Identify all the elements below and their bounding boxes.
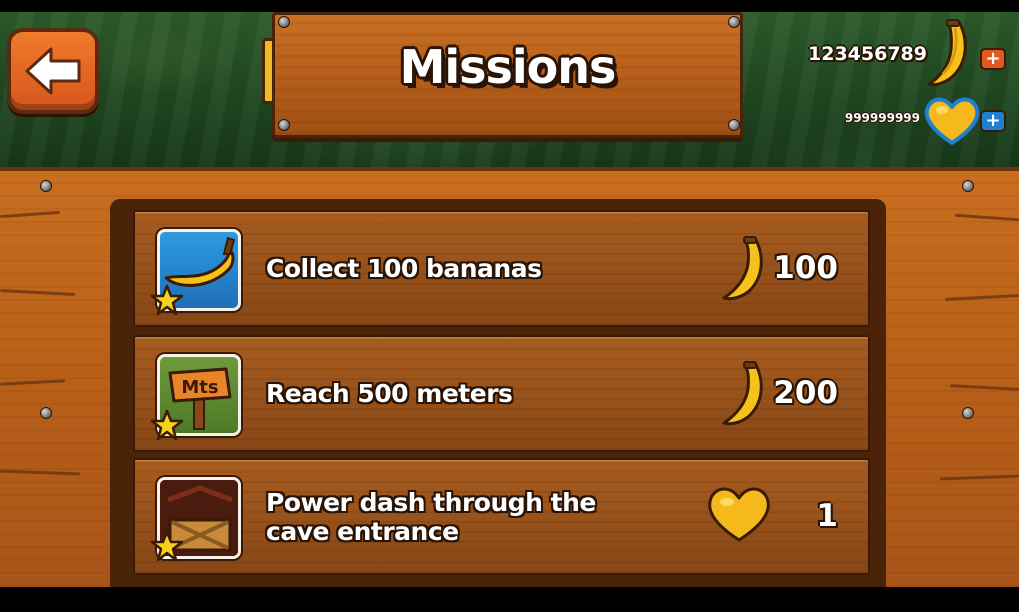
nail-icon [40,407,52,419]
back-arrow-icon [25,47,81,95]
page-title: Missions [399,40,617,94]
wood-crack [0,469,81,476]
star-icon [150,409,184,441]
add-bananas-button[interactable]: + [980,48,1006,70]
star-icon [150,284,184,316]
wood-crack [954,213,1019,222]
reward-value: 200 [773,375,838,411]
mission-description: Power dash through the cave entrance [266,487,596,546]
back-button[interactable] [7,28,99,114]
nail-icon [278,16,290,28]
mission-row[interactable]: Power dash through the cave entrance 1 [133,458,870,575]
banana-icon [927,19,967,87]
mission-description: Collect 100 bananas [266,254,542,283]
nail-icon [962,407,974,419]
nail-icon [962,180,974,192]
wood-crack [944,294,1019,301]
wood-crack [939,474,1019,481]
nail-icon [40,180,52,192]
bottom-letterbox [0,587,1019,612]
mission-description: Reach 500 meters [266,379,513,408]
wood-crack [949,384,1019,391]
wood-crack [0,289,76,296]
heart-icon [924,97,980,145]
star-icon [150,530,184,562]
wood-crack [0,210,61,219]
lives-total: 999999999 [844,111,920,125]
mission-row[interactable]: Mts Reach 500 meters 200 [133,335,870,452]
mission-row[interactable]: Collect 100 bananas 100 [133,210,870,327]
reward-value: 1 [816,498,838,534]
meters-sign-label: Mts [181,377,218,398]
nail-icon [728,119,740,131]
reward-value: 100 [773,250,838,286]
nail-icon [278,119,290,131]
wood-crack [0,379,66,386]
nail-icon [728,16,740,28]
add-lives-button[interactable]: + [980,110,1006,132]
bananas-total: 123456789 [808,43,927,65]
